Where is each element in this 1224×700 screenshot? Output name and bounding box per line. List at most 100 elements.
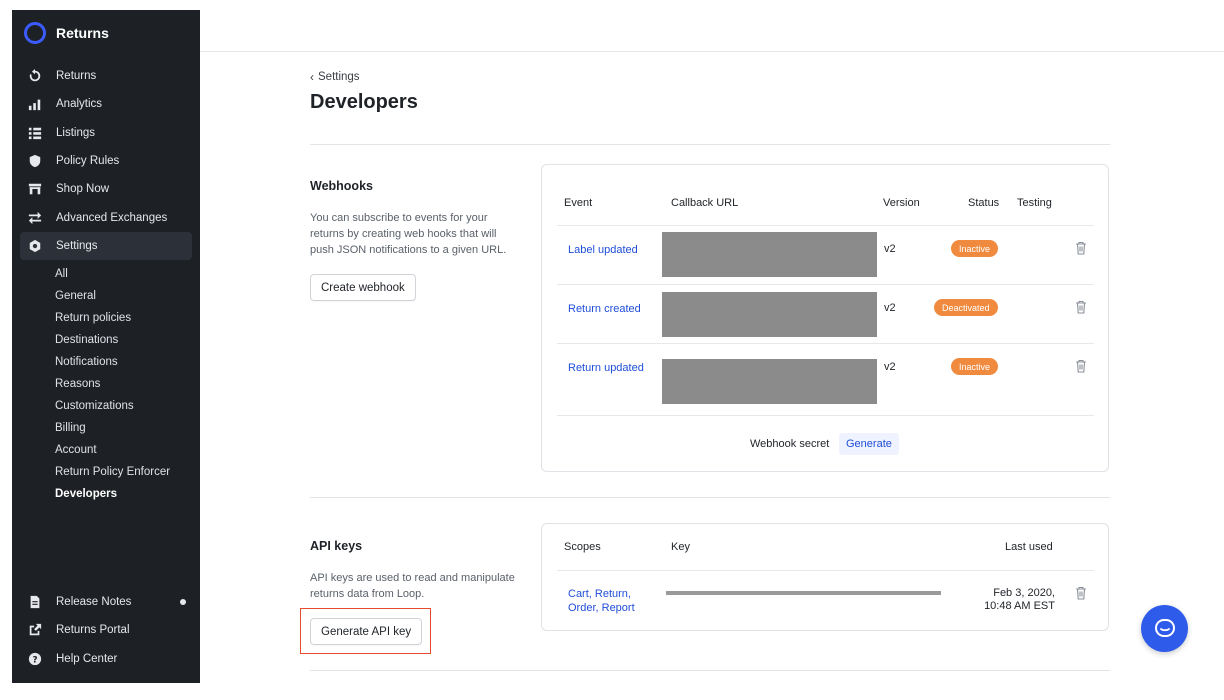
row-divider bbox=[557, 343, 1094, 344]
trash-icon[interactable] bbox=[1075, 586, 1087, 600]
sidebar-item-label: Returns bbox=[56, 70, 97, 83]
last-used-time: 10:48 AM EST bbox=[984, 600, 1055, 612]
generate-secret-button[interactable]: Generate bbox=[839, 433, 899, 455]
subnav-item-account[interactable]: Account bbox=[55, 439, 170, 461]
listings-icon bbox=[28, 126, 42, 140]
row-divider bbox=[557, 415, 1094, 416]
column-header-version: Version bbox=[883, 197, 920, 209]
webhook-version: v2 bbox=[884, 361, 896, 373]
column-header-status: Status bbox=[968, 197, 1000, 209]
sidebar-item-label: Returns Portal bbox=[56, 624, 130, 637]
create-webhook-button[interactable]: Create webhook bbox=[310, 274, 416, 301]
redacted-callback-url bbox=[662, 292, 877, 337]
sidebar-bottom-nav: Release Notes Returns Portal ? Help Cent… bbox=[20, 588, 192, 673]
trash-icon[interactable] bbox=[1075, 241, 1087, 255]
sidebar-item-returns[interactable]: Returns bbox=[20, 62, 192, 90]
brand[interactable]: Returns bbox=[24, 22, 109, 44]
api-keys-description: API keys are used to read and manipulate… bbox=[310, 572, 515, 600]
sidebar-item-label: Settings bbox=[56, 239, 98, 252]
trash-icon[interactable] bbox=[1075, 300, 1087, 314]
sidebar-item-label: Policy Rules bbox=[56, 155, 120, 168]
api-keys-table-card: Scopes Key Last used Cart, Return, Order… bbox=[541, 523, 1109, 631]
sidebar-item-shop-now[interactable]: Shop Now bbox=[20, 175, 192, 203]
webhook-version: v2 bbox=[884, 243, 896, 255]
status-badge: Deactivated bbox=[934, 299, 998, 316]
page-title: Developers bbox=[310, 91, 418, 113]
column-header-last-used: Last used bbox=[1005, 541, 1053, 553]
sidebar-item-label: Listings bbox=[56, 126, 95, 139]
webhook-version: v2 bbox=[884, 302, 896, 314]
top-bar bbox=[200, 0, 1224, 52]
webhook-event-link[interactable]: Return updated bbox=[568, 361, 644, 375]
sidebar-item-label: Release Notes bbox=[56, 596, 132, 609]
redacted-callback-url bbox=[662, 359, 877, 404]
api-key-scopes-link[interactable]: Cart, Return, Order, Report bbox=[568, 587, 646, 615]
subnav-item-developers[interactable]: Developers bbox=[55, 483, 170, 505]
sidebar-nav: Returns Analytics Listings Policy Rules bbox=[20, 62, 192, 261]
exchange-icon bbox=[28, 211, 42, 225]
trash-icon[interactable] bbox=[1075, 359, 1087, 373]
column-header-testing: Testing bbox=[1017, 197, 1052, 209]
sidebar-item-listings[interactable]: Listings bbox=[20, 119, 192, 147]
shield-icon bbox=[28, 154, 42, 168]
sidebar-item-policy-rules[interactable]: Policy Rules bbox=[20, 147, 192, 175]
returns-icon bbox=[28, 69, 42, 83]
webhook-event-link[interactable]: Label updated bbox=[568, 243, 638, 257]
subnav-item-return-policies[interactable]: Return policies bbox=[55, 307, 170, 329]
divider bbox=[310, 497, 1110, 498]
sidebar-item-advanced-exchanges[interactable]: Advanced Exchanges bbox=[20, 203, 192, 231]
webhook-secret-label: Webhook secret bbox=[750, 438, 830, 450]
sidebar-item-label: Analytics bbox=[56, 98, 103, 111]
column-header-scopes: Scopes bbox=[564, 541, 601, 553]
status-badge: Inactive bbox=[951, 240, 999, 257]
row-divider bbox=[557, 225, 1094, 226]
store-icon bbox=[28, 182, 42, 196]
redacted-api-key bbox=[666, 591, 941, 595]
sidebar: Returns Returns Analytics Listings Polic… bbox=[12, 10, 200, 683]
subnav-item-notifications[interactable]: Notifications bbox=[55, 351, 170, 373]
sidebar-item-analytics[interactable]: Analytics bbox=[20, 90, 192, 118]
webhook-event-link[interactable]: Return created bbox=[568, 302, 641, 316]
logo-icon bbox=[24, 22, 46, 44]
api-keys-title: API keys bbox=[310, 539, 363, 553]
webhooks-description: You can subscribe to events for your ret… bbox=[310, 212, 507, 256]
last-used-date: Feb 3, 2020, bbox=[993, 587, 1055, 599]
column-header-event: Event bbox=[564, 197, 593, 209]
unread-dot bbox=[180, 599, 186, 606]
webhooks-table-card: Event Callback URL Version Status Testin… bbox=[541, 164, 1109, 472]
breadcrumb-label: Settings bbox=[318, 71, 360, 83]
column-header-callback-url: Callback URL bbox=[671, 197, 739, 209]
sidebar-item-label: Advanced Exchanges bbox=[56, 211, 168, 224]
gear-icon bbox=[28, 239, 42, 253]
row-divider bbox=[557, 570, 1094, 571]
chevron-left-icon: ‹ bbox=[310, 70, 314, 84]
subnav-item-general[interactable]: General bbox=[55, 285, 170, 307]
sidebar-item-settings[interactable]: Settings bbox=[20, 231, 192, 261]
chat-support-button[interactable] bbox=[1141, 605, 1188, 652]
settings-subnav: All General Return policies Destinations… bbox=[55, 263, 170, 505]
document-icon bbox=[28, 595, 42, 609]
status-badge: Inactive bbox=[951, 358, 999, 375]
sidebar-item-help-center[interactable]: ? Help Center bbox=[20, 645, 192, 673]
subnav-item-reasons[interactable]: Reasons bbox=[55, 373, 170, 395]
sidebar-item-returns-portal[interactable]: Returns Portal bbox=[20, 616, 192, 644]
column-header-key: Key bbox=[671, 541, 690, 553]
sidebar-item-release-notes[interactable]: Release Notes bbox=[20, 588, 192, 616]
app-frame: Returns Returns Analytics Listings Polic… bbox=[0, 0, 1224, 700]
breadcrumb[interactable]: ‹ Settings bbox=[310, 70, 360, 84]
subnav-item-return-policy-enforcer[interactable]: Return Policy Enforcer bbox=[55, 461, 170, 483]
subnav-item-customizations[interactable]: Customizations bbox=[55, 395, 170, 417]
divider bbox=[310, 670, 1110, 671]
subnav-item-all[interactable]: All bbox=[55, 263, 170, 285]
subnav-item-billing[interactable]: Billing bbox=[55, 417, 170, 439]
external-link-icon bbox=[28, 623, 42, 637]
svg-text:?: ? bbox=[32, 655, 37, 665]
highlight-annotation bbox=[300, 608, 431, 654]
app-name: Returns bbox=[56, 25, 109, 41]
redacted-callback-url bbox=[662, 232, 877, 277]
divider bbox=[310, 144, 1110, 145]
chat-bubble-icon bbox=[1154, 618, 1175, 637]
webhooks-title: Webhooks bbox=[310, 179, 373, 193]
subnav-item-destinations[interactable]: Destinations bbox=[55, 329, 170, 351]
analytics-icon bbox=[28, 97, 42, 111]
